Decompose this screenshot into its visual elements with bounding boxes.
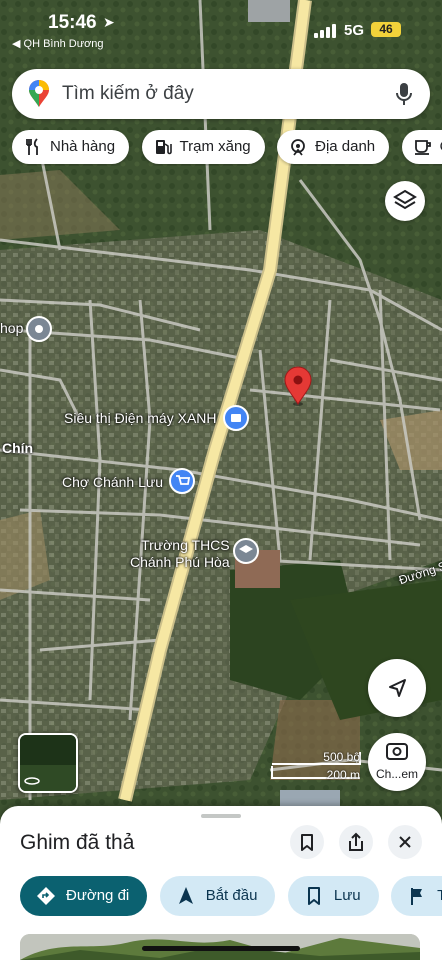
camera-lens-icon <box>386 743 408 760</box>
coffee-icon <box>414 140 431 155</box>
gas-station-icon <box>155 140 172 155</box>
chip-coffee[interactable]: Quán c <box>401 130 442 164</box>
navigation-arrow-icon <box>178 887 193 904</box>
lens-label: Ch...em <box>375 767 418 781</box>
map-label-road-chin: Chín <box>2 440 34 456</box>
scale-label-feet: 500 bộ <box>323 750 360 764</box>
electronics-store-icon[interactable] <box>223 405 249 431</box>
restaurant-icon <box>26 138 38 155</box>
map-label-cho-chanh-luu[interactable]: Chợ Chánh Lưu <box>62 474 163 490</box>
location-arrow-icon: ➤ <box>103 14 115 30</box>
action-buttons-row: Đường đi Bắt đầu Lưu Thên <box>20 876 442 918</box>
chip-gas-stations[interactable]: Trạm xăng <box>141 130 265 164</box>
bookmark-icon <box>307 887 320 905</box>
sheet-drag-handle[interactable] <box>201 814 241 818</box>
back-to-app-link[interactable]: ◀ QH Bình Dương <box>12 37 104 50</box>
save-button[interactable]: Lưu <box>287 876 379 916</box>
chip-restaurants[interactable]: Nhà hàng <box>12 130 130 164</box>
lens-button[interactable]: Ch...em <box>368 733 426 791</box>
google-maps-logo-icon <box>29 80 49 107</box>
rotate-360-icon <box>20 735 76 791</box>
close-icon <box>399 836 411 848</box>
market-cart-icon[interactable] <box>169 468 195 494</box>
chip-landmarks[interactable]: Địa danh <box>277 130 390 164</box>
search-input[interactable]: Tìm kiếm ở đây <box>62 83 194 105</box>
battery-indicator: 46 <box>371 22 401 37</box>
place-bottom-sheet[interactable]: Ghim đã thả Đường đi Bắt đầu Lưu T <box>0 806 442 960</box>
bookmark-icon <box>301 834 313 851</box>
school-cap-icon[interactable] <box>233 538 259 564</box>
navigation-arrow-icon <box>389 679 406 697</box>
map-label-dien-may-xanh[interactable]: Siêu thị Điện máy XANH <box>64 410 217 426</box>
directions-button[interactable]: Đường đi <box>20 876 148 916</box>
layers-button[interactable] <box>385 181 425 221</box>
scale-label-meters: 200 m <box>326 768 360 782</box>
network-type: 5G <box>344 22 365 39</box>
save-label: Lưu <box>333 887 361 904</box>
close-button[interactable] <box>388 825 422 859</box>
save-icon-button[interactable] <box>290 825 324 859</box>
street-view-thumbnail[interactable] <box>18 733 78 793</box>
share-button[interactable] <box>339 825 373 859</box>
sheet-title: Ghim đã thả <box>20 831 135 854</box>
start-button[interactable]: Bắt đầu <box>159 876 276 916</box>
category-chips: Nhà hàng Trạm xăng Địa danh Quán c <box>12 130 442 166</box>
directions-icon <box>37 887 55 905</box>
share-icon <box>349 832 363 851</box>
home-indicator[interactable] <box>142 946 300 951</box>
landmark-icon <box>291 139 306 156</box>
cellular-signal-icon <box>314 24 338 38</box>
shop-poi-icon[interactable] <box>26 316 52 342</box>
map-label-school[interactable]: Trường THCS Chánh Phú Hòa <box>130 537 230 571</box>
my-location-button[interactable] <box>368 659 426 717</box>
layers-icon <box>393 189 417 210</box>
map-label-shop[interactable]: hop <box>0 320 23 336</box>
microphone-icon[interactable] <box>394 81 414 107</box>
search-bar[interactable]: Tìm kiếm ở đây <box>12 69 430 119</box>
add-label-button[interactable]: Thên <box>391 876 442 916</box>
status-time: 15:46 <box>48 12 97 33</box>
status-bar: 15:46 ➤ ◀ QH Bình Dương 5G 46 <box>0 0 442 56</box>
flag-icon <box>411 888 423 905</box>
map-scale: 500 bộ 200 m <box>270 748 362 782</box>
